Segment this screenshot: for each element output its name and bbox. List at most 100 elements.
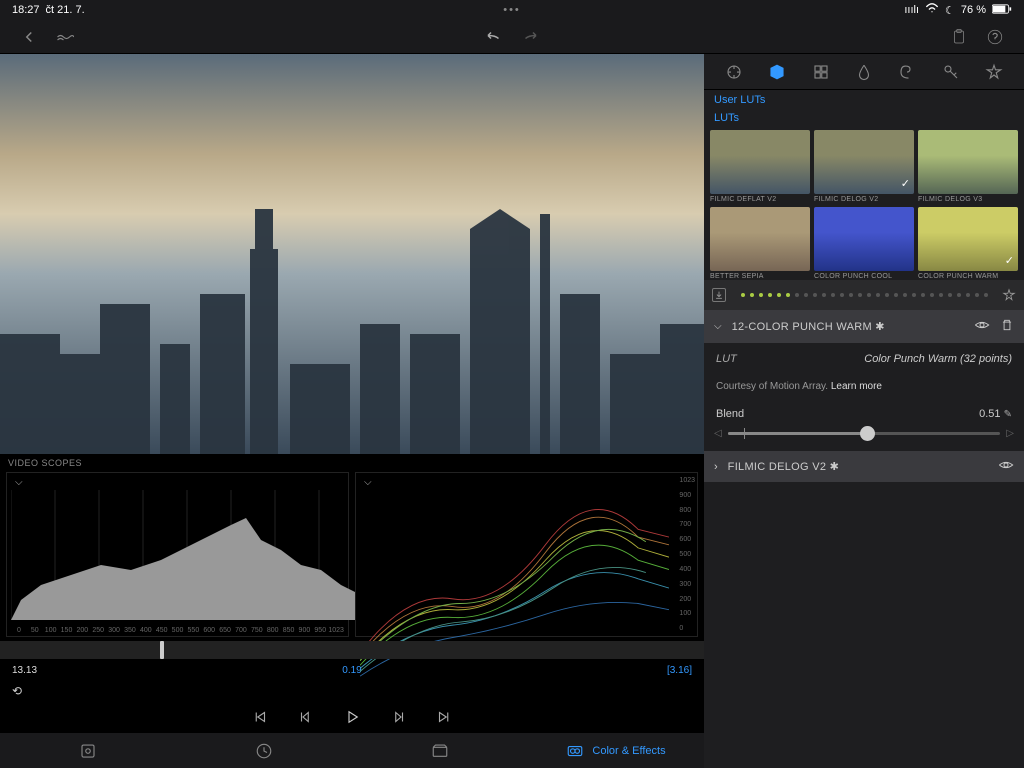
pager-dot[interactable] xyxy=(894,293,898,297)
slider-prev-icon[interactable]: ◁ xyxy=(714,428,722,439)
pager-dot[interactable] xyxy=(759,293,763,297)
pager-dot[interactable] xyxy=(876,293,880,297)
chevron-down-icon[interactable]: ⌵ xyxy=(15,477,23,488)
lut-thumb[interactable]: ✓COLOR PUNCH WARM xyxy=(918,207,1018,280)
slider-thumb[interactable] xyxy=(860,426,875,441)
user-luts-link[interactable]: User LUTs xyxy=(704,90,1024,110)
pager-dot[interactable] xyxy=(813,293,817,297)
trash-icon[interactable] xyxy=(1000,318,1014,335)
pager-dot[interactable] xyxy=(777,293,781,297)
pager-dot[interactable] xyxy=(867,293,871,297)
playhead[interactable] xyxy=(160,641,164,659)
lut-name: FILMIC DELOG V2 xyxy=(814,196,914,203)
lut-name: COLOR PUNCH WARM xyxy=(918,273,1018,280)
histogram-scope[interactable]: ⌵ 05010015020025030035040045050055060065… xyxy=(6,472,349,637)
help-icon[interactable] xyxy=(986,28,1004,46)
waves-icon[interactable] xyxy=(56,28,74,46)
time-offset: 0.19 xyxy=(342,665,361,676)
skip-start-icon[interactable] xyxy=(251,708,269,726)
pager-dot[interactable] xyxy=(822,293,826,297)
pager-dot[interactable] xyxy=(939,293,943,297)
download-icon[interactable] xyxy=(712,288,726,302)
back-icon[interactable] xyxy=(20,28,38,46)
pager-dot[interactable] xyxy=(768,293,772,297)
histogram-x-axis: 0501001502002503003504004505005506006507… xyxy=(11,627,344,634)
blend-slider[interactable] xyxy=(728,432,1001,435)
pager-dot[interactable] xyxy=(903,293,907,297)
battery-pct: 76 % xyxy=(961,4,986,16)
eye-icon[interactable] xyxy=(974,319,990,334)
section-color-punch[interactable]: ⌵ 12-COLOR PUNCH WARM ✱ xyxy=(704,310,1024,343)
tab-clips[interactable] xyxy=(352,733,528,768)
skip-end-icon[interactable] xyxy=(435,708,453,726)
pager-dot[interactable] xyxy=(930,293,934,297)
pager-dot[interactable] xyxy=(858,293,862,297)
key-icon[interactable] xyxy=(941,63,961,81)
lut-thumb[interactable]: COLOR PUNCH COOL xyxy=(814,207,914,280)
pager-dot[interactable] xyxy=(966,293,970,297)
loop-icon[interactable]: ⟲ xyxy=(12,684,22,698)
pager-dot[interactable] xyxy=(750,293,754,297)
pager-dot[interactable] xyxy=(840,293,844,297)
drag-handle-icon: ••• xyxy=(503,4,521,16)
lut-thumb[interactable]: FILMIC DEFLAT V2 xyxy=(710,130,810,203)
pager-dot[interactable] xyxy=(795,293,799,297)
signal-icon: ııılı xyxy=(904,4,919,16)
pager-dot[interactable] xyxy=(957,293,961,297)
undo-icon[interactable] xyxy=(485,28,503,46)
section-title: 12-COLOR PUNCH WARM ✱ xyxy=(732,320,964,333)
clipboard-icon[interactable] xyxy=(950,28,968,46)
pager-dot[interactable] xyxy=(975,293,979,297)
blend-value: 0.51 xyxy=(979,408,1000,420)
spiral-icon[interactable] xyxy=(897,63,917,81)
learn-more-link[interactable]: Learn more xyxy=(831,381,882,392)
video-preview[interactable] xyxy=(0,54,704,454)
cube-icon[interactable] xyxy=(767,63,787,81)
luts-label: LUTs xyxy=(704,110,1024,130)
step-forward-icon[interactable] xyxy=(389,708,407,726)
pager-dot[interactable] xyxy=(912,293,916,297)
step-back-icon[interactable] xyxy=(297,708,315,726)
waveform-y-axis: 10239008007006005004003002001000 xyxy=(679,477,695,632)
tab-history[interactable] xyxy=(176,733,352,768)
lut-thumb[interactable]: BETTER SEPIA xyxy=(710,207,810,280)
sliders-icon[interactable] xyxy=(724,63,744,81)
pager-dot[interactable] xyxy=(786,293,790,297)
section-filmic-delog[interactable]: › FILMIC DELOG V2 ✱ xyxy=(704,451,1024,482)
section-title: FILMIC DELOG V2 ✱ xyxy=(728,460,988,473)
lut-value: Color Punch Warm (32 points) xyxy=(864,353,1012,365)
bottom-tabs: Color & Effects xyxy=(0,732,704,768)
pencil-icon[interactable]: ✎ xyxy=(1004,409,1012,420)
star-icon[interactable] xyxy=(984,63,1004,81)
tab-library[interactable] xyxy=(0,733,176,768)
pager-dot[interactable] xyxy=(921,293,925,297)
lut-grid: FILMIC DEFLAT V2✓FILMIC DELOG V2FILMIC D… xyxy=(704,130,1024,280)
waveform-scope[interactable]: ⌵ 10239008007006005004003002001000 xyxy=(355,472,698,637)
pager-dot[interactable] xyxy=(804,293,808,297)
scopes-label: VIDEO SCOPES xyxy=(0,454,704,472)
play-icon[interactable] xyxy=(343,708,361,726)
lut-thumb[interactable]: ✓FILMIC DELOG V2 xyxy=(814,130,914,203)
wifi-icon xyxy=(925,3,939,17)
pager-dot[interactable] xyxy=(741,293,745,297)
eye-icon[interactable] xyxy=(998,459,1014,474)
tab-effects-label: Color & Effects xyxy=(592,745,665,757)
right-tabs xyxy=(704,54,1024,90)
timeline[interactable] xyxy=(0,641,704,659)
tab-color-effects[interactable]: Color & Effects xyxy=(528,733,704,768)
status-time: 18:27 xyxy=(12,4,40,16)
lut-name: COLOR PUNCH COOL xyxy=(814,273,914,280)
chevron-right-icon[interactable]: › xyxy=(714,461,718,473)
grid-icon[interactable] xyxy=(811,63,831,81)
pager-dot[interactable] xyxy=(885,293,889,297)
lut-thumb[interactable]: FILMIC DELOG V3 xyxy=(918,130,1018,203)
pager-dot[interactable] xyxy=(948,293,952,297)
chevron-down-icon[interactable]: ⌵ xyxy=(714,321,722,332)
pager-dot[interactable] xyxy=(984,293,988,297)
slider-next-icon[interactable]: ▷ xyxy=(1006,428,1014,439)
redo-icon[interactable] xyxy=(521,28,539,46)
star-icon[interactable] xyxy=(1002,286,1016,304)
drop-icon[interactable] xyxy=(854,63,874,81)
pager-dot[interactable] xyxy=(849,293,853,297)
pager-dot[interactable] xyxy=(831,293,835,297)
